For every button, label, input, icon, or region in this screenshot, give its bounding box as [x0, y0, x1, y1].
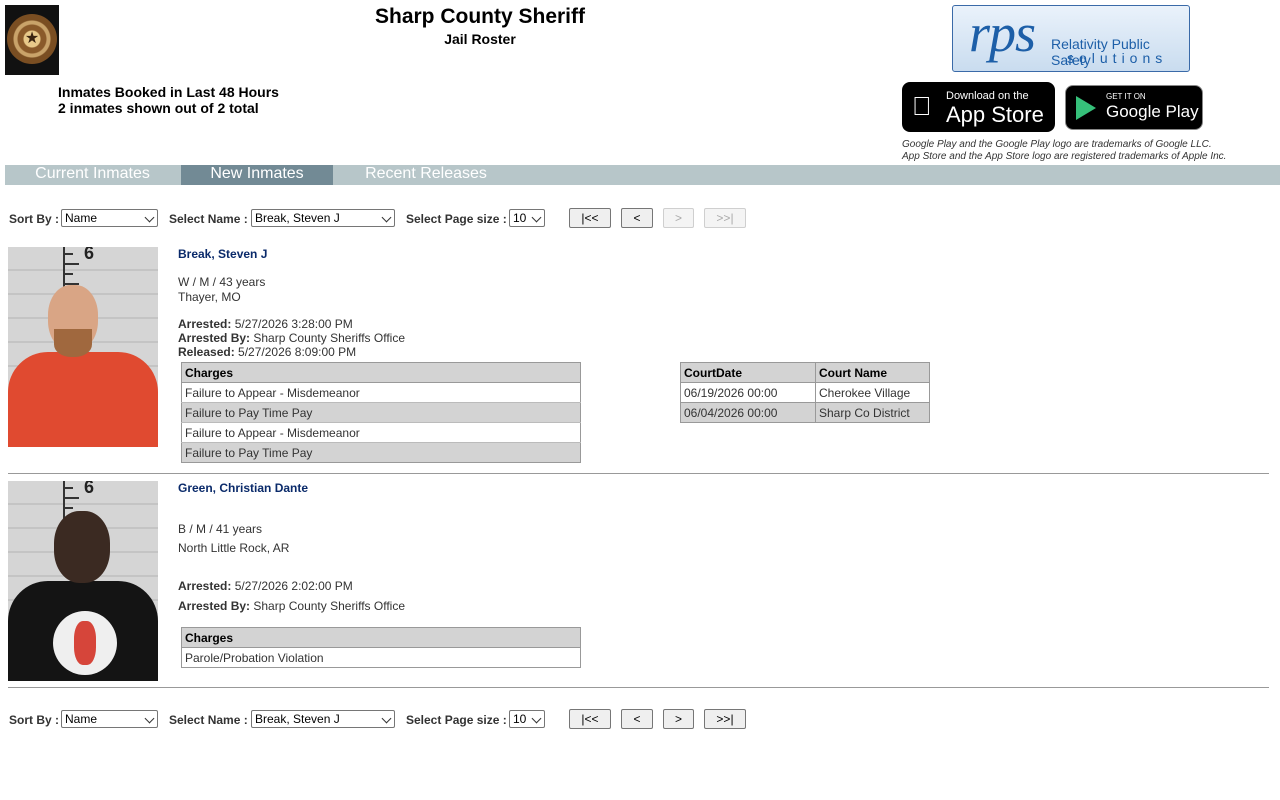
- charge-row: Failure to Appear - Misdemeanor: [181, 422, 581, 443]
- chevron-down-icon: [531, 713, 542, 724]
- page-size-value: 10: [513, 211, 527, 225]
- last-page-button[interactable]: >>|: [704, 208, 746, 228]
- court-date-header: CourtDate: [680, 362, 816, 383]
- app-store-big-text: App Store: [946, 102, 1044, 127]
- nav-bar: Current Inmates New Inmates Recent Relea…: [5, 165, 1280, 185]
- prev-page-button[interactable]: <: [621, 208, 653, 228]
- sort-by-select[interactable]: Name: [61, 710, 158, 728]
- apple-icon: : [912, 92, 932, 120]
- chevron-down-icon: [531, 212, 542, 223]
- inmate-location: North Little Rock, AR: [178, 541, 290, 555]
- arrested-label: Arrested:: [178, 579, 232, 593]
- sort-by-label: Sort By :: [9, 713, 60, 727]
- chevron-down-icon: [381, 713, 392, 724]
- sort-by-label: Sort By :: [9, 212, 60, 226]
- arrested-by-value: Sharp County Sheriffs Office: [253, 331, 406, 345]
- page-size-value: 10: [513, 712, 527, 726]
- first-page-button[interactable]: |<<: [569, 709, 611, 729]
- arrested-by-label: Arrested By:: [178, 331, 251, 345]
- arrested-row: Arrested: 5/27/2026 3:28:00 PM: [178, 317, 353, 331]
- court-name-cell: Sharp Co District: [815, 402, 930, 423]
- google-play-icon: [1076, 96, 1096, 120]
- charge-row: Failure to Pay Time Pay: [181, 402, 581, 423]
- page-size-label: Select Page size :: [406, 713, 507, 727]
- court-table: CourtDate Court Name 06/19/2026 00:00 Cher…: [680, 362, 930, 423]
- chevron-down-icon: [381, 212, 392, 223]
- court-date-cell: 06/04/2026 00:00: [680, 402, 816, 423]
- sort-by-value: Name: [65, 211, 98, 225]
- arrested-value: 5/27/2026 3:28:00 PM: [234, 317, 353, 331]
- page-subtitle: Jail Roster: [444, 31, 516, 47]
- court-date-cell: 06/19/2026 00:00: [680, 382, 816, 403]
- sort-by-value: Name: [65, 712, 98, 726]
- select-name-select[interactable]: Break, Steven J: [251, 209, 395, 227]
- booked-heading: Inmates Booked in Last 48 Hours: [58, 84, 279, 100]
- chevron-down-icon: [144, 212, 155, 223]
- page-size-label: Select Page size :: [406, 212, 507, 226]
- arrested-row: Arrested: 5/27/2026 2:02:00 PM: [178, 579, 353, 593]
- trademark-note-apple: App Store and the App Store logo are reg…: [902, 151, 1227, 162]
- charge-row: Failure to Appear - Misdemeanor: [181, 382, 581, 403]
- google-play-big-text: Google Play: [1106, 102, 1199, 121]
- row-divider: [8, 687, 1269, 688]
- inmate-name-link[interactable]: Green, Christian Dante: [178, 481, 308, 495]
- tab-new-inmates[interactable]: New Inmates: [181, 165, 333, 185]
- chevron-down-icon: [144, 713, 155, 724]
- charges-header: Charges: [181, 362, 581, 383]
- inmate-name-link[interactable]: Break, Steven J: [178, 247, 267, 261]
- select-name-value: Break, Steven J: [255, 211, 340, 225]
- next-page-button[interactable]: >: [663, 208, 694, 228]
- google-play-small-text: GET IT ON: [1106, 92, 1146, 101]
- inmate-demographics: W / M / 43 years: [178, 275, 266, 289]
- charges-table: Charges Parole/Probation Violation: [181, 627, 581, 668]
- last-page-button[interactable]: >>|: [704, 709, 746, 729]
- google-play-badge[interactable]: GET IT ON Google Play: [1065, 85, 1203, 130]
- arrested-by-value: Sharp County Sheriffs Office: [253, 599, 406, 613]
- select-name-label: Select Name :: [169, 212, 248, 226]
- tab-current-inmates[interactable]: Current Inmates: [20, 165, 165, 185]
- select-name-label: Select Name :: [169, 713, 248, 727]
- inmate-count: 2 inmates shown out of 2 total: [58, 100, 259, 116]
- trademark-note-google: Google Play and the Google Play logo are…: [902, 139, 1212, 150]
- row-divider: [8, 473, 1269, 474]
- rps-logo-line2: solutions: [1067, 50, 1168, 66]
- released-label: Released:: [178, 345, 235, 359]
- mugshot-photo: 6: [8, 481, 158, 681]
- charges-table: Charges Failure to Appear - Misdemeanor …: [181, 362, 581, 463]
- charge-row: Failure to Pay Time Pay: [181, 442, 581, 463]
- next-page-button[interactable]: >: [663, 709, 694, 729]
- arrested-label: Arrested:: [178, 317, 232, 331]
- rps-logo[interactable]: rps Relativity Public Safety solutions: [952, 5, 1190, 72]
- court-name-cell: Cherokee Village: [815, 382, 930, 403]
- paging-controls-bottom: Sort By : Name Select Name : Break, Stev…: [9, 709, 769, 731]
- arrested-value: 5/27/2026 2:02:00 PM: [234, 579, 353, 593]
- sort-by-select[interactable]: Name: [61, 209, 158, 227]
- arrested-by-row: Arrested By: Sharp County Sheriffs Offic…: [178, 599, 405, 613]
- app-store-small-text: Download on the: [946, 90, 1029, 102]
- inmate-location: Thayer, MO: [178, 290, 241, 304]
- arrested-by-label: Arrested By:: [178, 599, 251, 613]
- rps-logo-text: rps: [969, 5, 1036, 63]
- charge-row: Parole/Probation Violation: [181, 647, 581, 668]
- prev-page-button[interactable]: <: [621, 709, 653, 729]
- select-name-value: Break, Steven J: [255, 712, 340, 726]
- court-name-header: Court Name: [815, 362, 930, 383]
- released-row: Released: 5/27/2026 8:09:00 PM: [178, 345, 356, 359]
- select-name-select[interactable]: Break, Steven J: [251, 710, 395, 728]
- tab-recent-releases[interactable]: Recent Releases: [350, 165, 502, 185]
- arrested-by-row: Arrested By: Sharp County Sheriffs Offic…: [178, 331, 405, 345]
- page-size-select[interactable]: 10: [509, 209, 545, 227]
- charges-header: Charges: [181, 627, 581, 648]
- page-title: Sharp County Sheriff: [374, 5, 585, 28]
- inmate-demographics: B / M / 41 years: [178, 522, 263, 536]
- mugshot-photo: 6: [8, 247, 158, 447]
- released-value: 5/27/2026 8:09:00 PM: [238, 345, 357, 359]
- first-page-button[interactable]: |<<: [569, 208, 611, 228]
- paging-controls-top: Sort By : Name Select Name : Break, Stev…: [9, 208, 769, 230]
- app-store-badge[interactable]:  Download on the App Store: [902, 82, 1055, 132]
- page-size-select[interactable]: 10: [509, 710, 545, 728]
